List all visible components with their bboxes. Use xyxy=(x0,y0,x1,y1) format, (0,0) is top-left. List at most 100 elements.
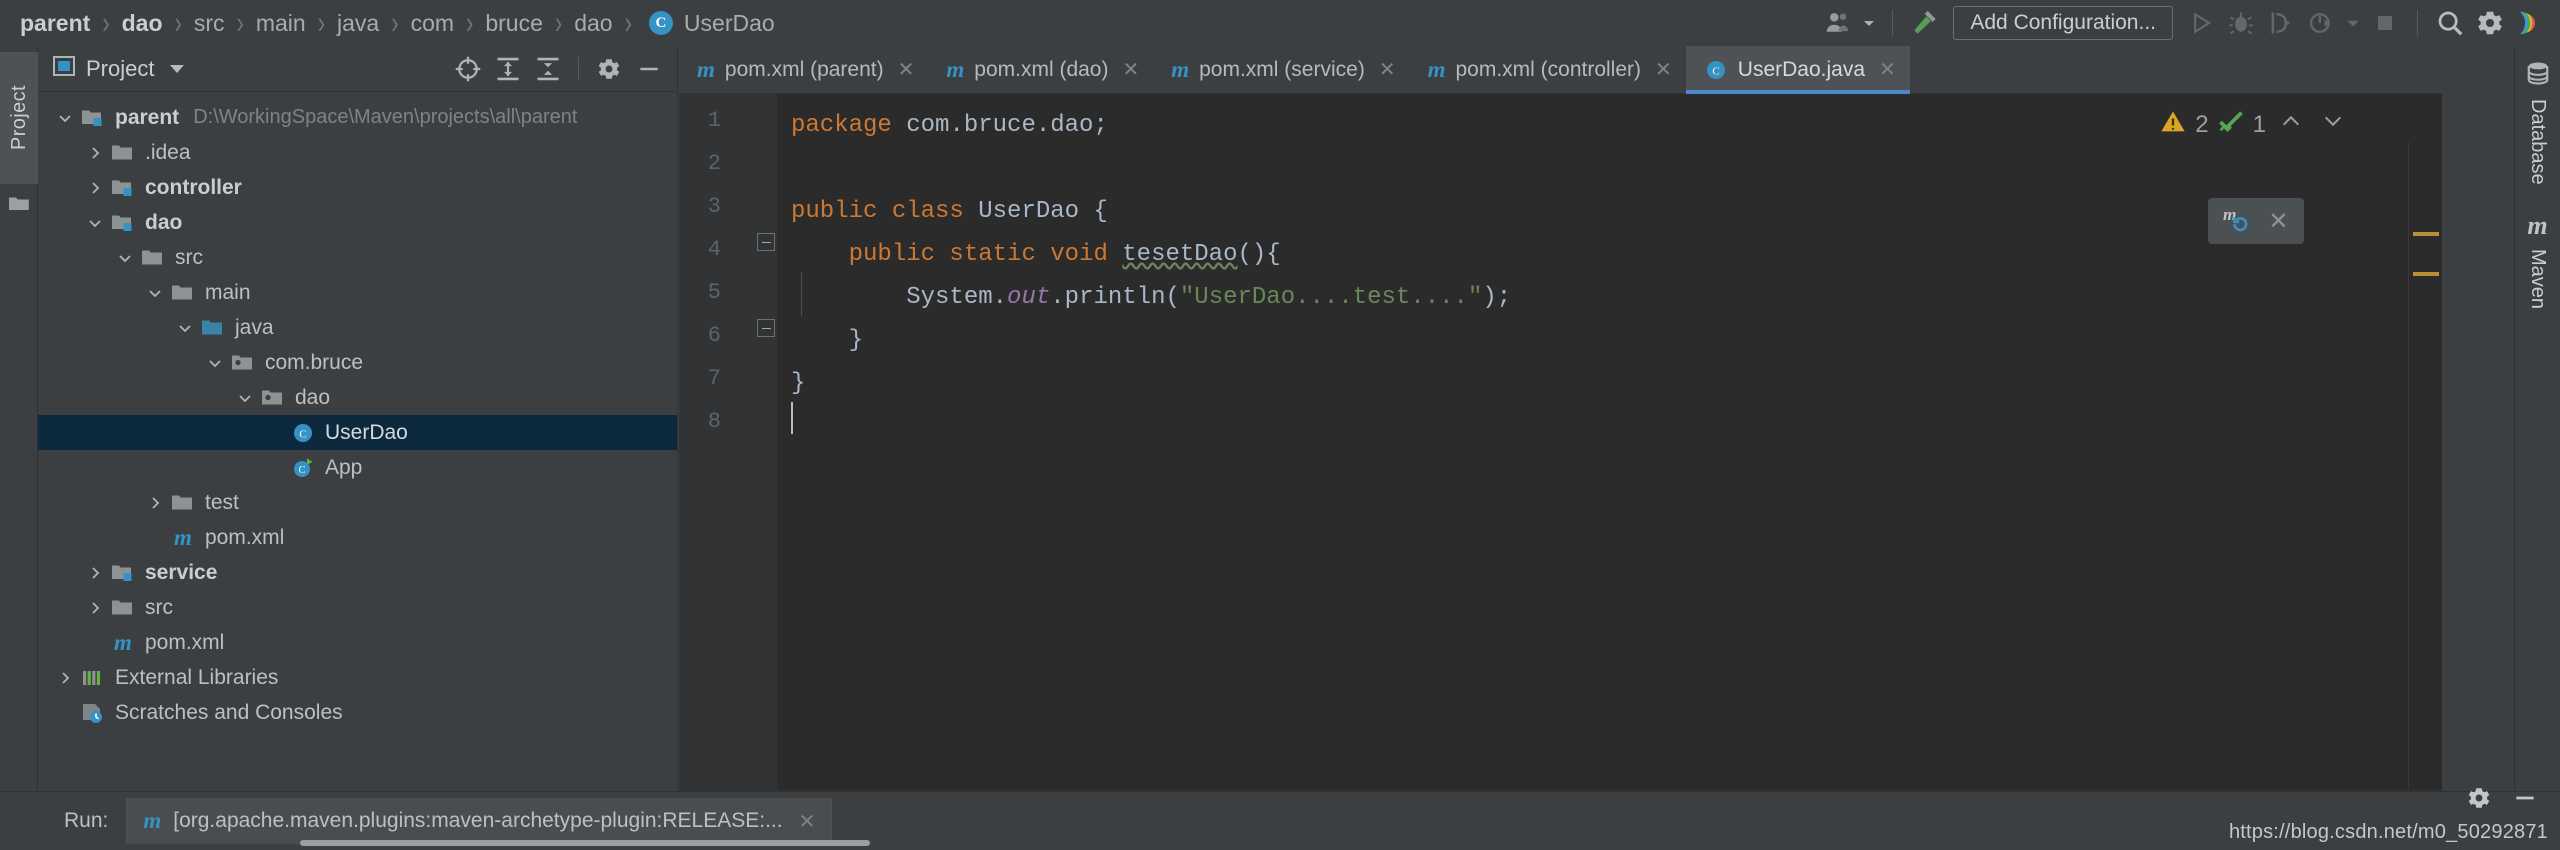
error-stripe-warning-mark[interactable] xyxy=(2413,272,2439,276)
tree-node-scratches-and-consoles[interactable]: Scratches and Consoles xyxy=(38,695,677,730)
svg-text:C: C xyxy=(299,465,306,476)
locate-target-icon[interactable] xyxy=(450,51,486,87)
tree-node-pom-xml[interactable]: m pom.xml xyxy=(38,520,677,555)
maven-reload-popup[interactable]: m ✕ xyxy=(2208,198,2304,244)
chevron-right-icon[interactable] xyxy=(84,177,106,199)
breadcrumb-current-file[interactable]: UserDao xyxy=(682,10,777,37)
expand-all-icon[interactable] xyxy=(490,51,526,87)
code-content[interactable]: package com.bruce.dao; public class UserD… xyxy=(777,94,2442,791)
settings-gear-icon[interactable] xyxy=(591,51,627,87)
chevron-down-icon[interactable] xyxy=(170,64,185,73)
breadcrumb-item-dao[interactable]: dao xyxy=(120,10,165,37)
profiler-icon[interactable] xyxy=(2301,3,2341,43)
tree-node-userdao[interactable]: C UserDao xyxy=(38,415,677,450)
breadcrumb-item-bruce[interactable]: bruce xyxy=(483,10,545,37)
chevron-right-icon[interactable] xyxy=(54,667,76,689)
breadcrumb-item-java[interactable]: java xyxy=(335,10,381,37)
editor-tab-pom-xml-dao-[interactable]: m pom.xml (dao) ✕ xyxy=(928,46,1153,93)
tree-node-dao[interactable]: dao xyxy=(38,380,677,415)
chevron-down-icon[interactable] xyxy=(2316,110,2350,139)
code-token: public static void xyxy=(791,241,1123,268)
maven-reload-icon[interactable]: m xyxy=(2223,204,2253,239)
breadcrumb-item-src[interactable]: src xyxy=(192,10,227,37)
chevron-down-icon[interactable] xyxy=(174,317,196,339)
chevron-up-icon[interactable] xyxy=(2274,110,2308,139)
hide-minimize-icon[interactable] xyxy=(631,51,667,87)
inspection-status-widget[interactable]: 2 1 xyxy=(2159,108,2350,141)
run-coverage-icon[interactable] xyxy=(2261,3,2301,43)
tree-node-com-bruce[interactable]: com.bruce xyxy=(38,345,677,380)
tree-node-src[interactable]: src xyxy=(38,590,677,625)
editor-gutter[interactable]: 1 2 3 4 5 6 7 8 xyxy=(679,94,777,791)
tool-window-tab-database-label: Database xyxy=(2527,99,2549,185)
close-x-icon[interactable]: ✕ xyxy=(799,809,816,834)
tree-node-java[interactable]: java xyxy=(38,310,677,345)
debug-bug-icon[interactable] xyxy=(2221,3,2261,43)
tree-node-app[interactable]: C App xyxy=(38,450,677,485)
tree-node-pom-xml[interactable]: m pom.xml xyxy=(38,625,677,660)
chevron-down-icon[interactable] xyxy=(54,107,76,129)
hide-minimize-icon[interactable] xyxy=(2512,785,2538,816)
bottom-horizontal-scrollbar[interactable] xyxy=(300,840,870,846)
stop-square-icon[interactable] xyxy=(2365,3,2405,43)
close-x-icon[interactable]: ✕ xyxy=(1879,57,1896,82)
chevron-down-icon[interactable] xyxy=(204,352,226,374)
close-x-icon[interactable]: ✕ xyxy=(1379,57,1396,82)
collapse-all-icon[interactable] xyxy=(530,51,566,87)
user-dropdown-chevron-icon[interactable] xyxy=(1858,3,1880,43)
add-configuration-button[interactable]: Add Configuration... xyxy=(1953,6,2173,40)
tree-node-main[interactable]: main xyxy=(38,275,677,310)
close-x-icon[interactable]: ✕ xyxy=(1122,57,1139,82)
tree-node-controller[interactable]: controller xyxy=(38,170,677,205)
breadcrumb-item-com[interactable]: com xyxy=(409,10,456,37)
error-stripe-warning-mark[interactable] xyxy=(2413,232,2439,236)
tree-node-dao[interactable]: dao xyxy=(38,205,677,240)
chevron-down-icon[interactable] xyxy=(114,247,136,269)
settings-gear-icon[interactable] xyxy=(2466,785,2492,816)
close-x-icon[interactable]: ✕ xyxy=(1655,57,1672,82)
chevron-right-icon[interactable] xyxy=(84,597,106,619)
run-play-icon[interactable] xyxy=(2181,3,2221,43)
chevron-down-icon[interactable] xyxy=(2341,3,2365,43)
user-account-icon[interactable] xyxy=(1818,3,1858,43)
tree-node--idea[interactable]: .idea xyxy=(38,135,677,170)
breadcrumb-separator-icon: › xyxy=(174,4,182,41)
chevron-down-icon[interactable] xyxy=(144,282,166,304)
close-x-icon[interactable]: ✕ xyxy=(2268,207,2288,236)
tool-window-tab-database[interactable]: Database xyxy=(2525,60,2551,185)
tree-node-test[interactable]: test xyxy=(38,485,677,520)
build-hammer-icon[interactable] xyxy=(1905,3,1945,43)
tree-node-service[interactable]: service xyxy=(38,555,677,590)
chevron-right-icon[interactable] xyxy=(84,142,106,164)
search-magnifier-icon[interactable] xyxy=(2430,3,2470,43)
code-line-5: System.out.println("UserDao....test...."… xyxy=(791,276,1511,319)
editor-tab-pom-xml-parent-[interactable]: m pom.xml (parent) ✕ xyxy=(679,46,928,93)
breadcrumb-item-main[interactable]: main xyxy=(254,10,308,37)
code-fold-marker-open[interactable] xyxy=(757,233,775,251)
chevron-down-icon[interactable] xyxy=(234,387,256,409)
close-x-icon[interactable]: ✕ xyxy=(898,57,915,82)
tool-window-tab-maven[interactable]: m Maven xyxy=(2526,211,2549,309)
editor-tab-userdao-java[interactable]: C UserDao.java ✕ xyxy=(1685,46,1910,94)
breadcrumb-item-parent[interactable]: parent xyxy=(18,10,92,37)
error-stripe-scrollbar[interactable] xyxy=(2408,142,2442,791)
external-libraries-icon xyxy=(80,667,106,689)
chevron-right-icon[interactable] xyxy=(84,562,106,584)
breadcrumb-item-dao[interactable]: dao xyxy=(572,10,614,37)
chevron-right-icon[interactable] xyxy=(144,492,166,514)
tree-node-parent[interactable]: parent D:\WorkingSpace\Maven\projects\all… xyxy=(38,100,677,135)
tree-node-external-libraries[interactable]: External Libraries xyxy=(38,660,677,695)
settings-gear-icon[interactable] xyxy=(2470,3,2510,43)
editor-tab-pom-xml-service-[interactable]: m pom.xml (service) ✕ xyxy=(1153,46,1409,93)
breadcrumb-separator-icon: › xyxy=(391,4,399,41)
run-configuration-tab[interactable]: m [org.apache.maven.plugins:maven-archet… xyxy=(126,798,833,844)
code-token: com.bruce.dao; xyxy=(891,112,1108,139)
code-fold-marker-close[interactable] xyxy=(757,319,775,337)
tool-window-tab-project[interactable]: Project xyxy=(0,52,38,184)
project-panel-header: Project xyxy=(38,46,677,92)
code-editor[interactable]: 1 2 3 4 5 6 7 8 package com.bruce.dao; public cl… xyxy=(679,94,2442,791)
breadcrumb-separator-icon: › xyxy=(554,4,563,41)
tree-node-src[interactable]: src xyxy=(38,240,677,275)
editor-tab-pom-xml-controller-[interactable]: m pom.xml (controller) ✕ xyxy=(1410,46,1686,93)
chevron-down-icon[interactable] xyxy=(84,212,106,234)
